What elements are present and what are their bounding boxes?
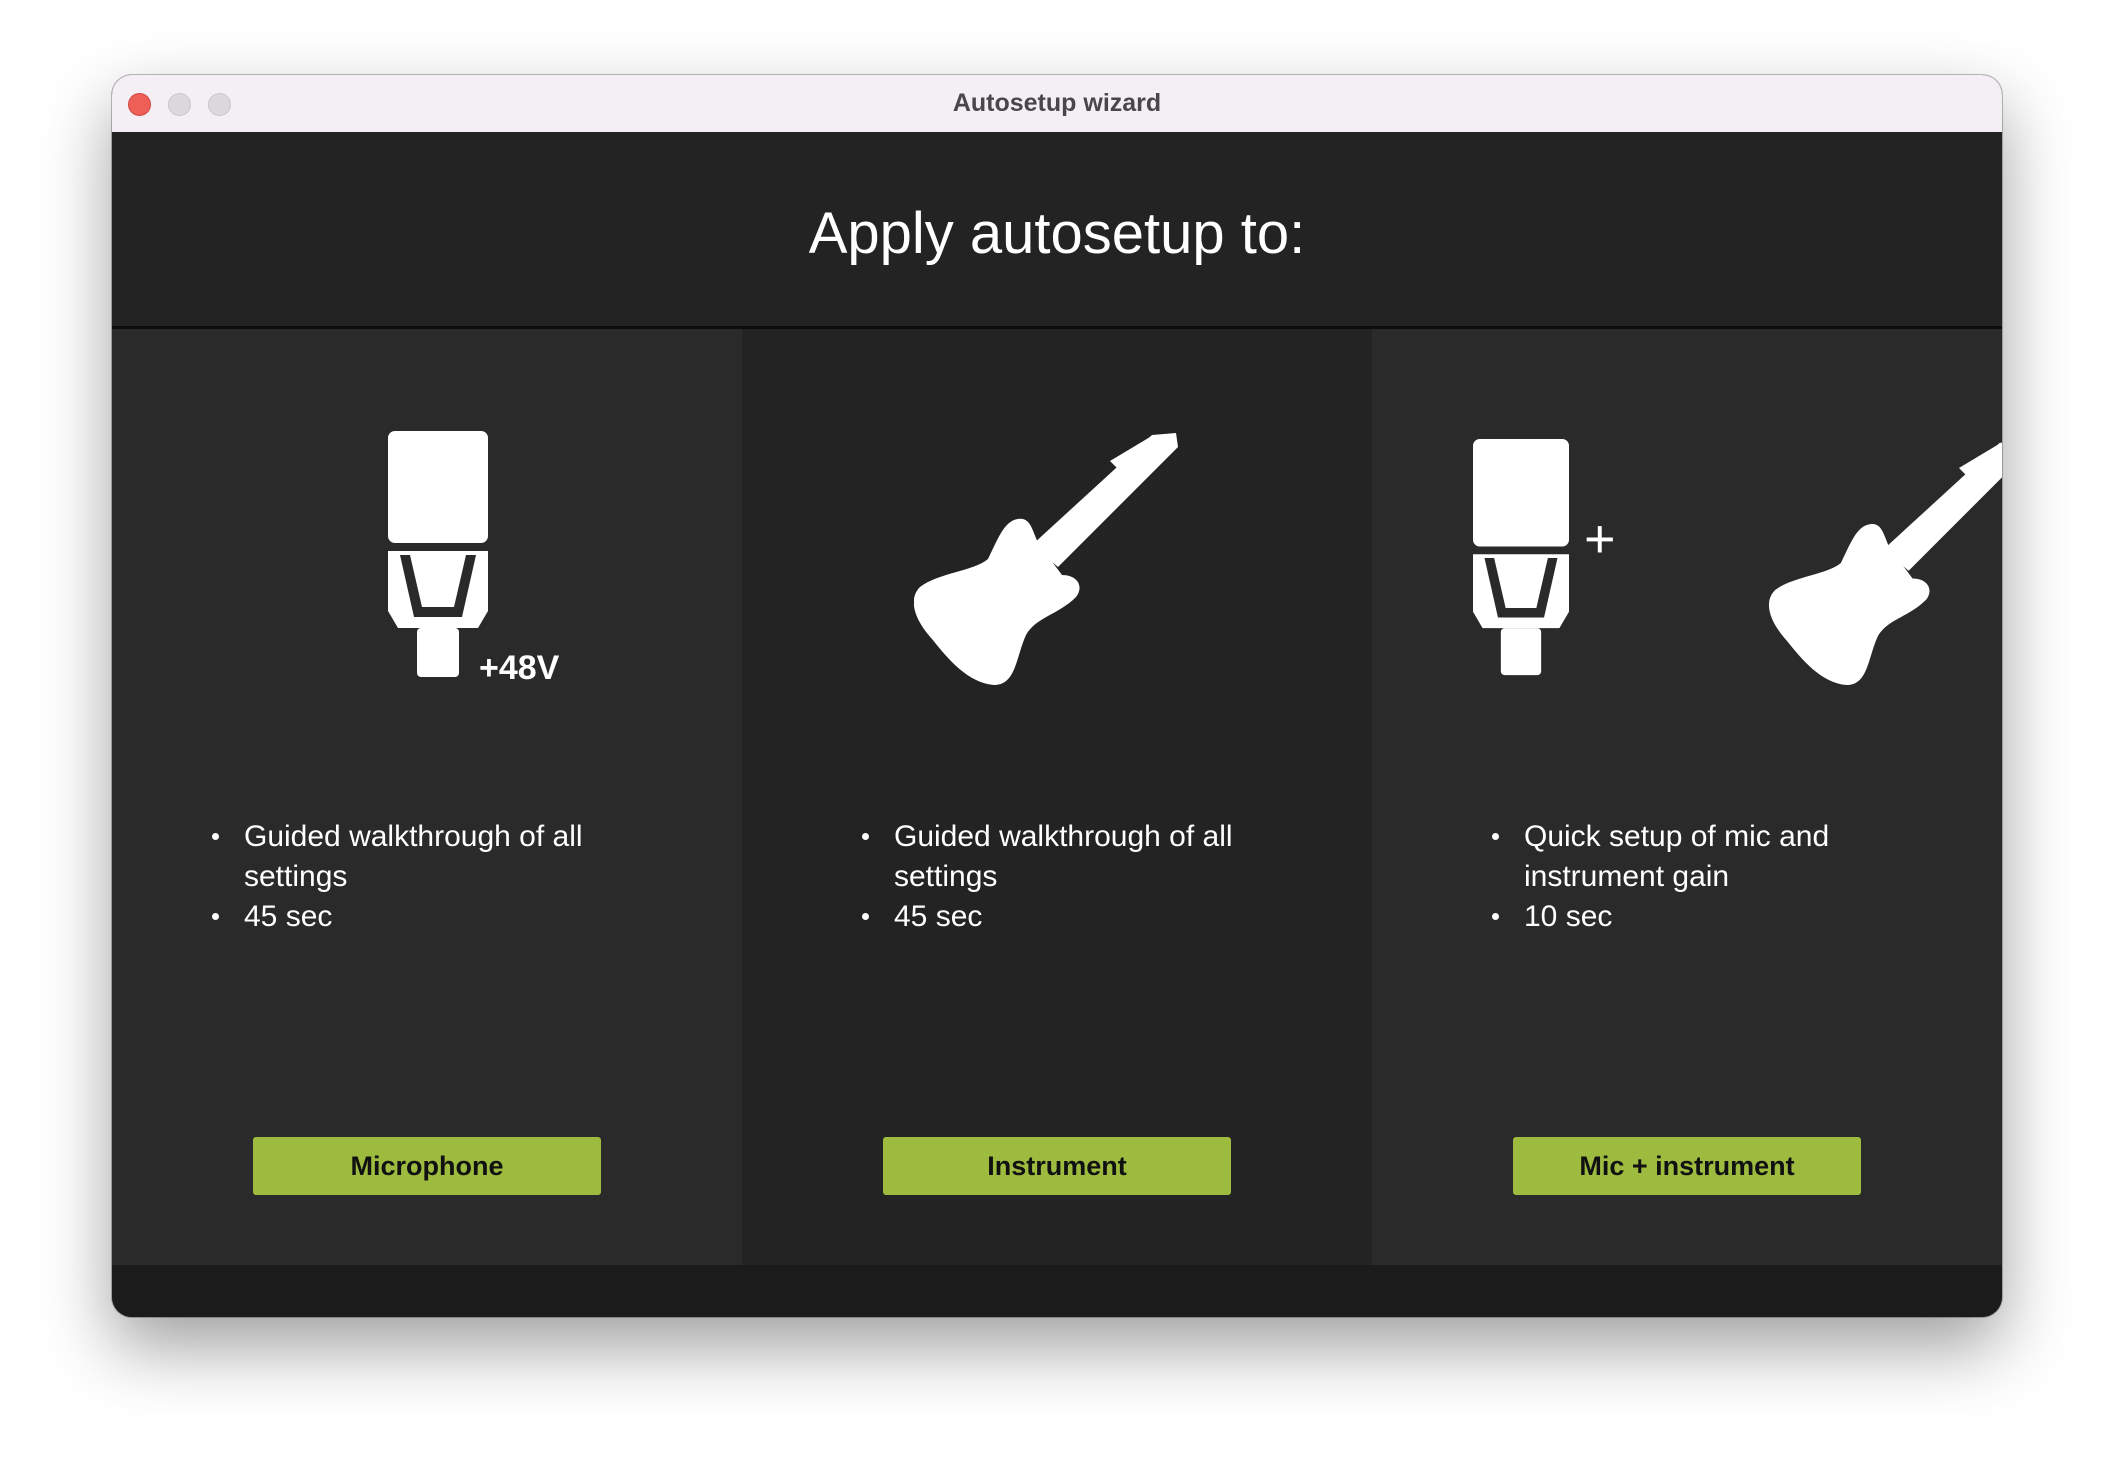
guitar-icon xyxy=(914,433,1178,685)
list-item: 45 sec xyxy=(210,897,630,937)
microphone-details-list: Guided walkthrough of all settings 45 se… xyxy=(210,817,630,937)
window-title: Autosetup wizard xyxy=(952,89,1162,117)
list-item: Guided walkthrough of all settings xyxy=(210,817,630,897)
microphone-icon xyxy=(1473,439,1569,676)
list-item: Quick setup of mic and instrument gain xyxy=(1490,817,1910,897)
option-panel-mic-instrument: + Quick setup of mic and instrument gain… xyxy=(1372,329,2002,1265)
list-item: Guided walkthrough of all settings xyxy=(860,817,1280,897)
phantom-power-label: +48V xyxy=(479,649,560,687)
mic-instrument-button[interactable]: Mic + instrument xyxy=(1513,1137,1861,1195)
option-panel-microphone: +48V Guided walkthrough of all settings … xyxy=(112,329,742,1265)
header: Apply autosetup to: xyxy=(112,132,2002,329)
list-item: 45 sec xyxy=(860,897,1280,937)
plus-symbol: + xyxy=(1584,509,1616,569)
instrument-button[interactable]: Instrument xyxy=(883,1137,1231,1195)
instrument-details-list: Guided walkthrough of all settings 45 se… xyxy=(860,817,1280,937)
footer-bar xyxy=(112,1265,2002,1317)
option-panel-instrument: Guided walkthrough of all settings 45 se… xyxy=(742,329,1372,1265)
list-item: 10 sec xyxy=(1490,897,1910,937)
guitar-icon xyxy=(1769,442,2002,685)
autosetup-window: Autosetup wizard Apply autosetup to: +48… xyxy=(112,75,2002,1317)
microphone-button[interactable]: Microphone xyxy=(253,1137,601,1195)
page-heading: Apply autosetup to: xyxy=(808,201,1306,266)
title-bar: Autosetup wizard xyxy=(112,75,2002,133)
mic-instrument-details-list: Quick setup of mic and instrument gain 1… xyxy=(1490,817,1910,937)
microphone-icon xyxy=(388,431,488,677)
